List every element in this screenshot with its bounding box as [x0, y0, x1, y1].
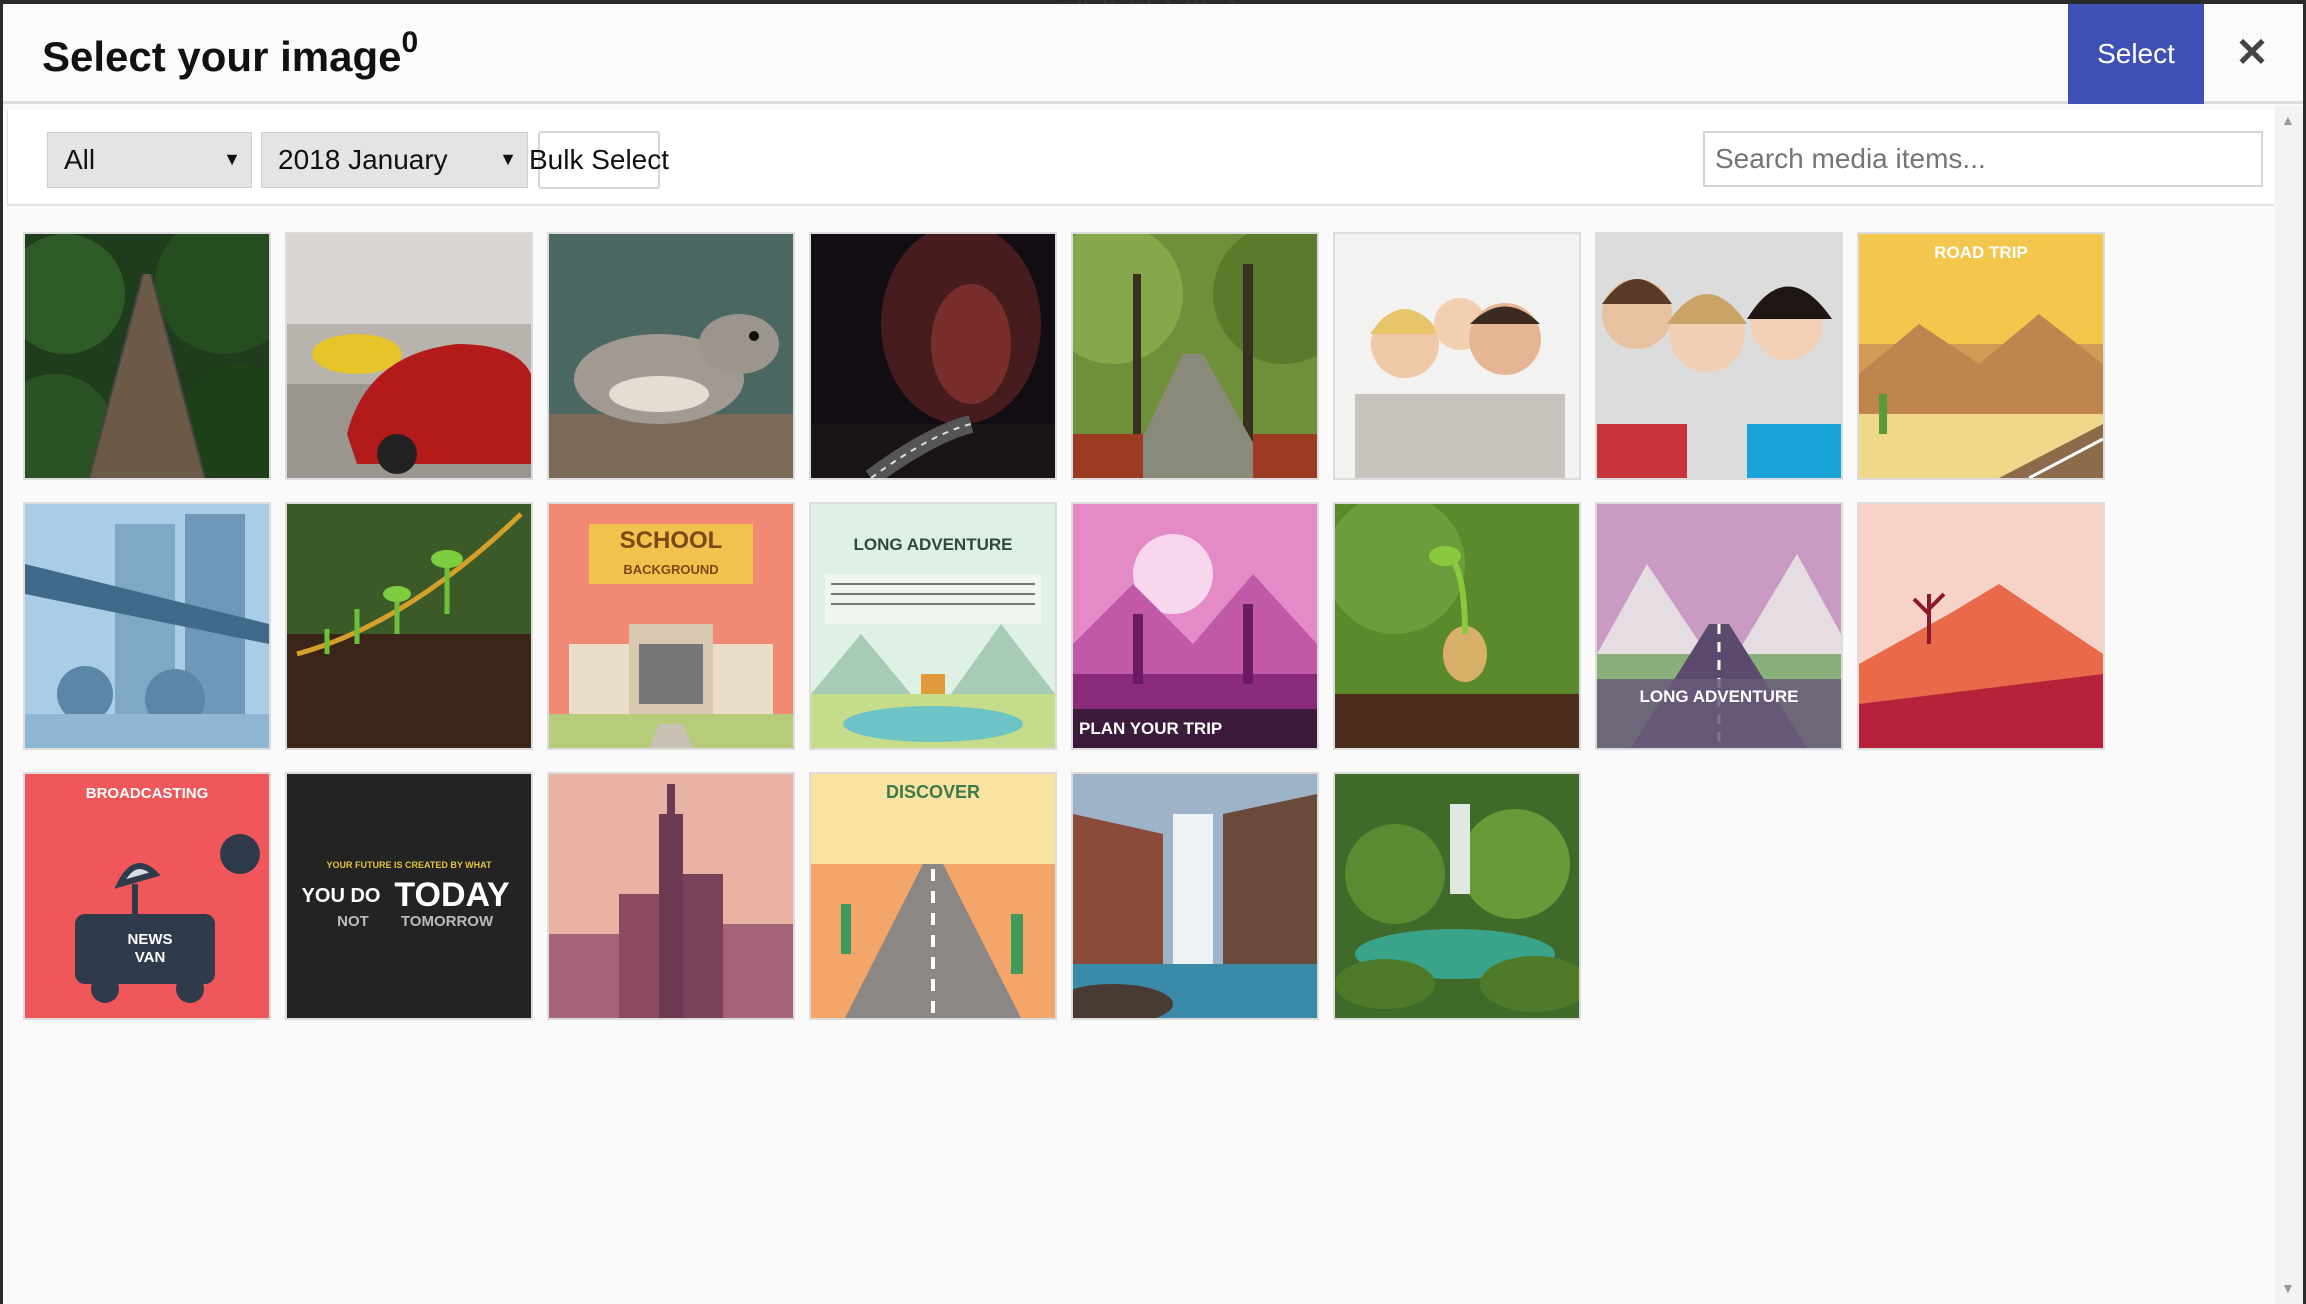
forest-road-image	[1073, 234, 1317, 478]
search-input[interactable]	[1703, 131, 2263, 187]
news-caption: NEWS	[128, 931, 173, 948]
media-toolbar: All ▼ 2018 January ▼ Bulk Select	[7, 110, 2274, 206]
type-filter-dropdown[interactable]: All ▼	[47, 132, 252, 188]
quote-tomorrow: TOMORROW	[401, 913, 494, 930]
mountain-road-image: LONG ADVENTURE	[1597, 504, 1841, 748]
media-thumbnail-family[interactable]	[1333, 232, 1581, 480]
car-image	[287, 234, 531, 478]
village-image: LONG ADVENTURE	[811, 504, 1055, 748]
media-thumbnail-road-trip[interactable]: ROAD TRIP	[1857, 232, 2105, 480]
selected-count: 0	[401, 26, 419, 59]
discover-image: DISCOVER	[811, 774, 1055, 1018]
red-mountain-image	[1859, 504, 2103, 748]
select-button[interactable]: Select	[2068, 4, 2204, 104]
plan-your-trip-caption: PLAN YOUR TRIP	[1079, 719, 1222, 738]
family-image	[1335, 234, 1579, 478]
broadcasting-caption: BROADCASTING	[86, 785, 209, 802]
media-thumbnail-skyline[interactable]	[547, 772, 795, 1020]
quote-line-2: YOU DO	[302, 885, 381, 907]
media-thumbnail-long-adventure-road[interactable]: LONG ADVENTURE	[1595, 502, 1843, 750]
quote-line-1: YOUR FUTURE IS CREATED BY WHAT	[326, 860, 492, 870]
media-thumbnail-friends[interactable]	[1595, 232, 1843, 480]
media-thumbnail-waterfall[interactable]	[1071, 772, 1319, 1020]
squirrel-image	[549, 234, 793, 478]
quote-not: NOT	[337, 913, 369, 930]
media-thumbnail-squirrel[interactable]	[547, 232, 795, 480]
media-thumbnail-forest-road[interactable]	[1071, 232, 1319, 480]
media-thumbnail-quote[interactable]: YOUR FUTURE IS CREATED BY WHAT YOU DO TO…	[285, 772, 533, 1020]
school-image: SCHOOL BACKGROUND	[549, 504, 793, 748]
scroll-up-arrow-icon[interactable]: ▲	[2281, 112, 2295, 128]
date-filter-dropdown[interactable]: 2018 January ▼	[261, 132, 528, 188]
broadcasting-image: BROADCASTING NEWS VAN	[25, 774, 269, 1018]
school-subcaption: BACKGROUND	[623, 562, 718, 577]
seedling-image	[1335, 504, 1579, 748]
plants-image	[287, 504, 531, 748]
media-picker-modal: Select your image0 Select ✕ All ▼ 2018 J…	[3, 4, 2303, 1304]
school-caption: SCHOOL	[620, 527, 723, 554]
media-thumbnail-school[interactable]: SCHOOL BACKGROUND	[547, 502, 795, 750]
van-caption: VAN	[135, 949, 166, 966]
road-trip-caption: ROAD TRIP	[1934, 243, 2028, 262]
media-thumbnail-broadcasting[interactable]: BROADCASTING NEWS VAN	[23, 772, 271, 1020]
modal-title-text: Select your image	[42, 33, 402, 80]
media-thumbnail-long-adventure-village[interactable]: LONG ADVENTURE	[809, 502, 1057, 750]
media-thumbnail-discover[interactable]: DISCOVER	[809, 772, 1057, 1020]
close-icon[interactable]: ✕	[2227, 28, 2277, 78]
city-bridge-image	[25, 504, 269, 748]
quote-image: YOUR FUTURE IS CREATED BY WHAT YOU DO TO…	[287, 774, 531, 1018]
media-thumbnail-city-bridge[interactable]	[23, 502, 271, 750]
desert-trip-image: PLAN YOUR TRIP	[1073, 504, 1317, 748]
bridge-image	[25, 234, 269, 478]
media-thumbnail-mossy-stream[interactable]	[1333, 772, 1581, 1020]
scrollbar[interactable]	[2275, 106, 2303, 1304]
media-thumbnail-bridge[interactable]	[23, 232, 271, 480]
discover-caption: DISCOVER	[886, 782, 980, 802]
bulk-select-button[interactable]: Bulk Select	[529, 131, 669, 189]
waterfall-image	[1073, 774, 1317, 1018]
media-thumbnail-seedling[interactable]	[1333, 502, 1581, 750]
type-filter-value: All	[64, 144, 96, 175]
date-filter-value: 2018 January	[278, 144, 448, 175]
mossy-stream-image	[1335, 774, 1579, 1018]
scroll-down-arrow-icon[interactable]: ▼	[2281, 1280, 2295, 1296]
media-thumbnail-night-road[interactable]	[809, 232, 1057, 480]
modal-header: Select your image0 Select ✕	[3, 4, 2303, 104]
modal-title: Select your image0	[42, 26, 418, 81]
skyline-image	[549, 774, 793, 1018]
media-thumbnail-plants[interactable]	[285, 502, 533, 750]
media-thumbnail-car[interactable]	[285, 232, 533, 480]
media-thumbnail-red-mountain[interactable]	[1857, 502, 2105, 750]
friends-image	[1597, 234, 1841, 478]
road-trip-image: ROAD TRIP	[1859, 234, 2103, 478]
caret-down-icon: ▼	[499, 149, 517, 169]
long-adventure-caption: LONG ADVENTURE	[854, 535, 1013, 554]
caret-down-icon: ▼	[223, 149, 241, 169]
long-adventure-road-caption: LONG ADVENTURE	[1640, 687, 1799, 706]
media-thumbnail-plan-your-trip[interactable]: PLAN YOUR TRIP	[1071, 502, 1319, 750]
night-road-image	[811, 234, 1055, 478]
quote-today: TODAY	[394, 876, 510, 914]
